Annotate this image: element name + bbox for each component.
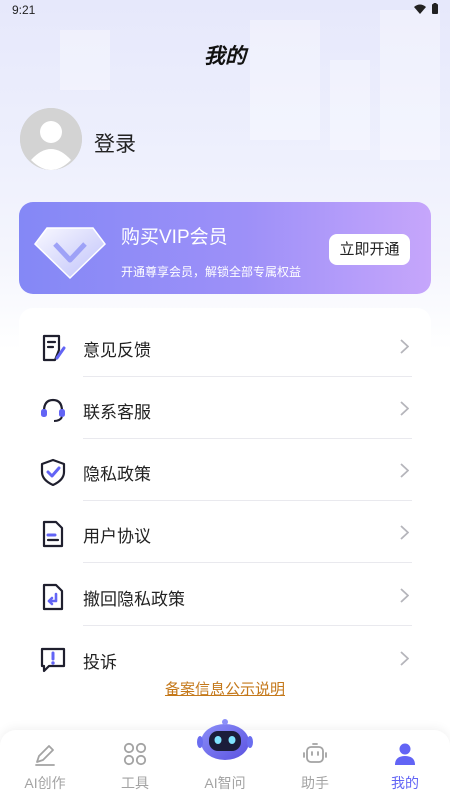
menu-item-label: 意见反馈 — [83, 341, 151, 360]
wifi-icon — [414, 4, 426, 14]
shield-check-icon — [40, 458, 66, 486]
headset-icon — [41, 398, 65, 422]
status-time: 9:21 — [12, 3, 36, 17]
chevron-right-icon — [400, 588, 409, 603]
tab-label: AI创作 — [24, 775, 66, 791]
menu-item-user-agreement[interactable]: 用户协议 — [19, 501, 431, 563]
background-decoration — [380, 10, 440, 160]
login-button[interactable]: 登录 — [94, 128, 136, 158]
tab-label: AI智问 — [204, 775, 246, 791]
menu-item-customer-service[interactable]: 联系客服 — [19, 377, 431, 439]
menu-item-revoke-privacy[interactable]: 撤回隐私政策 — [19, 564, 431, 626]
tab-tools[interactable]: 工具 — [90, 730, 180, 800]
vip-subtitle: 开通尊享会员，解锁全部专属权益 — [121, 265, 302, 279]
background-decoration — [330, 60, 370, 150]
robot-icon[interactable] — [197, 718, 253, 762]
tab-mine[interactable]: 我的 — [360, 730, 450, 800]
feedback-icon — [42, 334, 66, 362]
chevron-right-icon — [400, 525, 409, 540]
chevron-right-icon — [400, 463, 409, 478]
menu-item-label: 联系客服 — [83, 403, 151, 422]
battery-icon — [432, 3, 438, 14]
document-icon — [42, 520, 64, 548]
status-icons — [414, 3, 438, 14]
avatar[interactable] — [20, 108, 82, 170]
open-vip-button[interactable]: 立即开通 — [329, 234, 410, 265]
status-bar: 9:21 — [0, 0, 450, 20]
pen-icon — [35, 745, 55, 766]
tab-label: 工具 — [121, 775, 149, 791]
menu-item-privacy-policy[interactable]: 隐私政策 — [19, 439, 431, 501]
vip-title: 购买VIP会员 — [121, 227, 228, 248]
person-icon — [395, 743, 415, 765]
document-return-icon — [42, 583, 64, 611]
menu-item-label: 投诉 — [83, 653, 117, 672]
menu-item-label: 用户协议 — [83, 527, 151, 546]
diamond-icon — [34, 227, 106, 280]
divider — [83, 562, 412, 563]
chevron-right-icon — [400, 339, 409, 354]
tab-assistant[interactable]: 助手 — [270, 730, 360, 800]
chevron-right-icon — [400, 401, 409, 416]
menu-item-feedback[interactable]: 意见反馈 — [19, 315, 431, 377]
tab-ai-create[interactable]: AI创作 — [0, 730, 90, 800]
divider — [83, 625, 412, 626]
menu-item-label: 隐私政策 — [83, 465, 151, 484]
beian-info-link[interactable]: 备案信息公示说明 — [0, 678, 450, 699]
tab-label: 我的 — [391, 775, 419, 791]
tab-label: 助手 — [301, 775, 329, 791]
assistant-icon — [303, 743, 327, 763]
menu-item-label: 撤回隐私政策 — [83, 590, 185, 609]
complaint-icon — [40, 647, 66, 673]
background-decoration — [250, 20, 320, 140]
page-title: 我的 — [204, 45, 246, 68]
chevron-right-icon — [400, 651, 409, 666]
grid-icon — [123, 742, 147, 766]
default-avatar-icon — [20, 108, 82, 170]
